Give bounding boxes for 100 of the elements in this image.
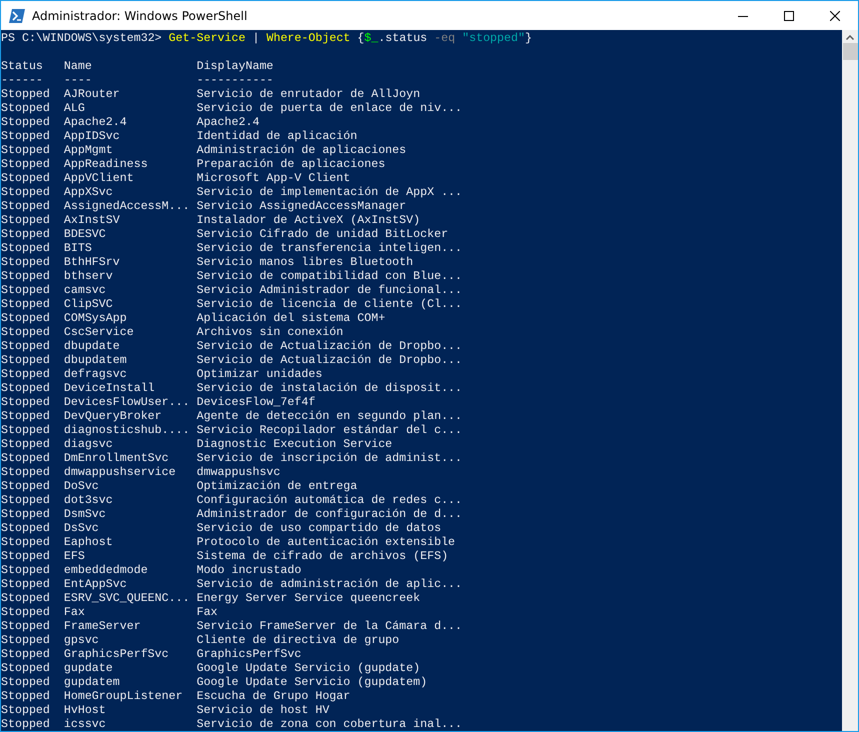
table-cell: Servicio de instalación de disposit...	[196, 382, 462, 395]
table-cell: Energy Server Service queencreek	[196, 592, 420, 605]
table-cell: CscService	[64, 326, 134, 339]
table-cell: Stopped	[1, 424, 50, 437]
table-cell: Stopped	[1, 172, 50, 185]
header-underline: -----------	[196, 74, 274, 87]
table-cell: Aplicación del sistema COM+	[196, 312, 386, 325]
table-cell: Servicio de Actualización de Dropbo...	[196, 340, 462, 353]
table-cell: ESRV_SVC_QUEENC...	[64, 592, 190, 605]
table-cell: DsmSvc	[64, 508, 106, 521]
table-cell: Servicio de zona con cobertura inal...	[196, 718, 462, 731]
command-text: {	[356, 32, 364, 45]
table-cell: Protocolo de autenticación extensible	[196, 536, 456, 549]
table-cell: Servicio de compatibilidad con Blue...	[196, 270, 462, 283]
table-cell: Stopped	[1, 536, 50, 549]
powershell-icon	[9, 8, 25, 22]
table-cell: Servicio FrameServer de la Cámara d...	[196, 620, 462, 633]
scrollbar-thumb[interactable]	[842, 43, 858, 60]
table-cell: Servicio de puerta de enlace de niv...	[196, 102, 462, 115]
header-underline: ----	[64, 74, 92, 87]
table-cell: Servicio AssignedAccessManager	[196, 200, 406, 213]
table-cell: icssvc	[64, 718, 106, 731]
table-cell: Servicio Administrador de funcional...	[196, 284, 462, 297]
table-cell: Stopped	[1, 284, 50, 297]
table-cell: Stopped	[1, 88, 50, 101]
table-cell: Escucha de Grupo Hogar	[196, 690, 350, 703]
table-cell: DoSvc	[64, 480, 99, 493]
table-cell: Servicio de Actualización de Dropbo...	[196, 354, 462, 367]
table-cell: AppReadiness	[64, 158, 148, 171]
table-cell: Stopped	[1, 144, 50, 157]
table-cell: GraphicsPerfSvc	[64, 648, 169, 661]
table-cell: dot3svc	[64, 494, 113, 507]
table-cell: Archivos sin conexión	[196, 326, 344, 339]
string-text: "stopped"	[461, 32, 525, 45]
table-cell: Stopped	[1, 550, 50, 563]
table-cell: diagnosticshub....	[64, 424, 190, 437]
table-cell: Stopped	[1, 396, 50, 409]
table-cell: Stopped	[1, 564, 50, 577]
table-cell: Stopped	[1, 368, 50, 381]
table-cell: Sistema de cifrado de archivos (EFS)	[196, 550, 448, 563]
table-cell: AppXSvc	[64, 186, 113, 199]
table-cell: Stopped	[1, 130, 50, 143]
column-header: DisplayName	[196, 60, 274, 73]
table-cell: Servicio de implementación de AppX ...	[196, 186, 462, 199]
table-cell: Identidad de aplicación	[196, 130, 358, 143]
table-cell: Stopped	[1, 578, 50, 591]
table-cell: Apache2.4	[64, 116, 127, 129]
table-cell: ClipSVC	[64, 298, 113, 311]
table-cell: Stopped	[1, 410, 50, 423]
table-cell: Stopped	[1, 312, 50, 325]
table-cell: AppMgmt	[64, 144, 113, 157]
table-cell: EntAppSvc	[64, 578, 127, 591]
table-cell: Stopped	[1, 508, 50, 521]
table-cell: COMSysApp	[64, 312, 127, 325]
table-cell: Servicio de transferencia inteligen...	[196, 242, 462, 255]
window-title: Administrador: Windows PowerShell	[32, 8, 248, 22]
table-cell: GraphicsPerfSvc	[196, 648, 302, 661]
maximize-icon	[784, 10, 794, 20]
header-underline: ------	[1, 74, 43, 87]
table-cell: Modo incrustado	[196, 564, 302, 577]
table-cell: Cliente de directiva de grupo	[196, 634, 400, 647]
close-icon	[830, 10, 840, 20]
table-cell: Stopped	[1, 382, 50, 395]
table-cell: Stopped	[1, 340, 50, 353]
cmdlet-text: Get-Service	[168, 32, 246, 45]
table-cell: Stopped	[1, 200, 50, 213]
table-cell: BITS	[64, 242, 92, 255]
table-cell: Servicio de host HV	[196, 704, 330, 717]
table-cell: Servicio Cifrado de unidad BitLocker	[196, 228, 448, 241]
table-cell: Stopped	[1, 634, 50, 647]
column-header: Status	[1, 60, 43, 73]
table-cell: dbupdatem	[64, 354, 127, 367]
table-cell: gpsvc	[64, 634, 99, 647]
table-cell: Configuración automática de redes c...	[196, 494, 462, 507]
prompt-text: PS C:\WINDOWS\system32>	[1, 32, 163, 45]
table-cell: Servicio de uso compartido de datos	[196, 522, 442, 535]
table-cell: DmEnrollmentSvc	[64, 452, 169, 465]
table-cell: Stopped	[1, 228, 50, 241]
table-cell: camsvc	[64, 284, 106, 297]
table-cell: AssignedAccessM...	[64, 200, 190, 213]
table-cell: Eaphost	[64, 536, 113, 549]
table-cell: HomeGroupListener	[64, 690, 183, 703]
table-cell: Stopped	[1, 270, 50, 283]
variable-text: $_	[364, 32, 378, 45]
table-cell: Servicio de administración de aplic...	[196, 578, 462, 591]
table-cell: Servicio de inscripción de administ...	[196, 452, 462, 465]
table-cell: Stopped	[1, 522, 50, 535]
table-cell: Fax	[196, 606, 218, 619]
table-cell: Stopped	[1, 606, 50, 619]
table-cell: Stopped	[1, 214, 50, 227]
table-cell: Stopped	[1, 326, 50, 339]
cmdlet-text: Where-Object	[266, 32, 350, 45]
operator-text: -eq	[434, 32, 456, 45]
table-cell: AJRouter	[64, 88, 120, 101]
table-cell: Stopped	[1, 186, 50, 199]
table-cell: Stopped	[1, 242, 50, 255]
table-cell: Stopped	[1, 102, 50, 115]
table-cell: Stopped	[1, 592, 50, 605]
table-cell: Optimizar unidades	[196, 368, 322, 381]
table-cell: Servicio manos libres Bluetooth	[196, 256, 414, 269]
